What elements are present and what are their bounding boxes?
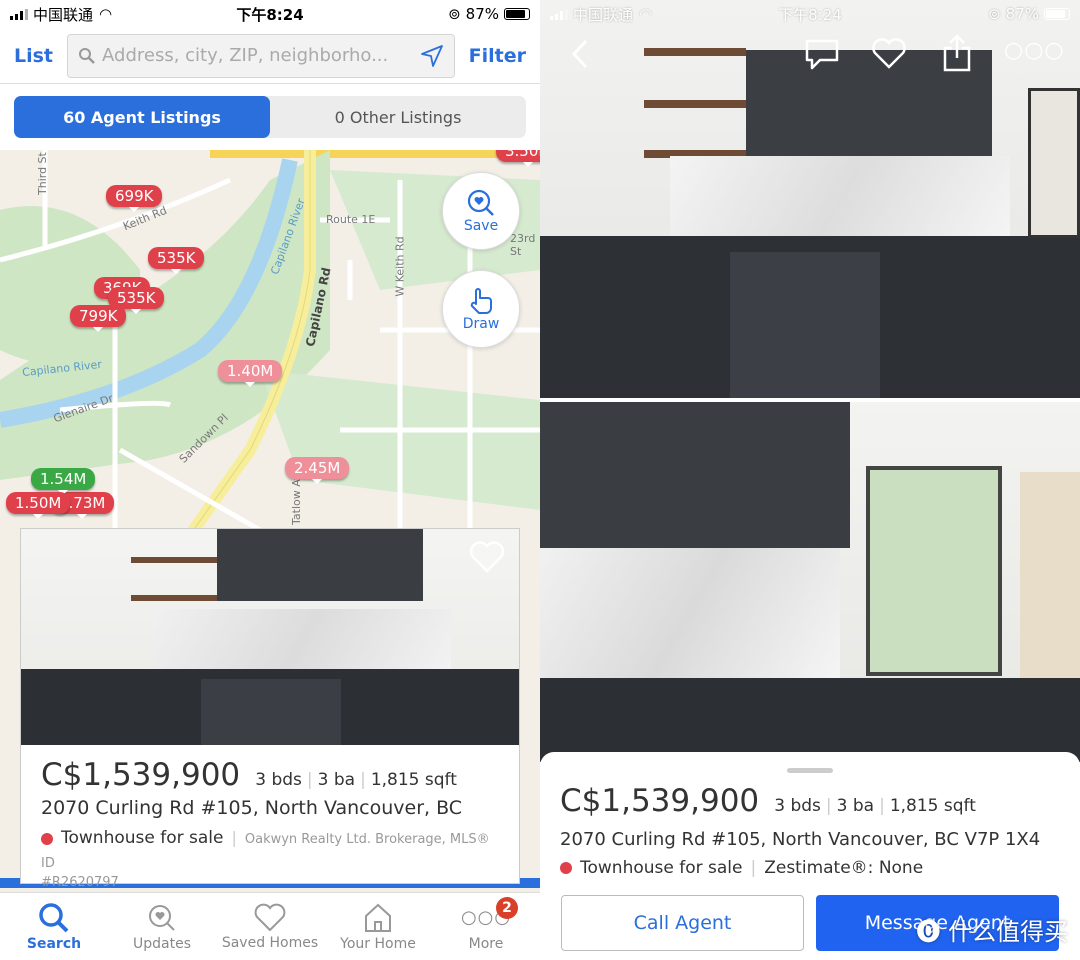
- listing-address: 2070 Curling Rd #105, North Vancouver, B…: [560, 829, 1041, 850]
- mls-id: #R2620797: [41, 875, 119, 890]
- listing-card[interactable]: C$1,539,900 3 bds | 3 ba | 1,815 sqft 2070 C…: [20, 528, 520, 890]
- tab-label: Search: [26, 935, 82, 952]
- top-bar: List Address, city, ZIP, neighborho... F…: [0, 28, 540, 84]
- wifi-icon: ◠: [639, 5, 653, 23]
- battery-icon: [1044, 8, 1070, 20]
- call-agent-button[interactable]: Call Agent: [561, 895, 804, 951]
- tab-label: Updates: [133, 935, 191, 952]
- save-search-button[interactable]: Save: [442, 172, 520, 250]
- draw-button[interactable]: Draw: [442, 270, 520, 348]
- tab-label: Your Home: [340, 935, 416, 952]
- search-icon: [39, 902, 69, 932]
- battery-percent: 87%: [465, 5, 499, 23]
- hand-pointer-icon: [470, 288, 492, 314]
- more-icon[interactable]: ○○○: [1004, 38, 1065, 63]
- price-pin[interactable]: 1.40M: [218, 360, 283, 387]
- drag-handle[interactable]: [787, 768, 833, 773]
- orientation-lock-icon: ⊚: [988, 5, 1001, 23]
- baths: 3 ba: [836, 796, 875, 816]
- tab-saved-homes[interactable]: Saved Homes: [216, 893, 324, 960]
- street-label: Route 1E: [326, 213, 376, 226]
- tab-label: Saved Homes: [221, 934, 319, 951]
- heart-icon[interactable]: [872, 38, 906, 70]
- signal-icon: [550, 8, 568, 20]
- tab-label: More: [468, 935, 504, 952]
- carrier: 中国联通: [573, 5, 634, 24]
- tab-other-listings[interactable]: 0 Other Listings: [270, 96, 526, 138]
- tab-search[interactable]: Search: [0, 893, 108, 960]
- street-label: 23rd St: [510, 232, 536, 258]
- listing-address: 2070 Curling Rd #105, North Vancouver, B…: [41, 797, 463, 819]
- watermark-logo: ⓿ 什么值得买: [916, 918, 1068, 946]
- baths: 3 ba: [317, 770, 356, 790]
- listing-price: C$1,539,900: [560, 783, 760, 819]
- listing-photo[interactable]: [21, 529, 519, 745]
- search-input[interactable]: Address, city, ZIP, neighborho...: [67, 33, 455, 78]
- street-label: W Keith Rd: [393, 236, 407, 297]
- sqft: 1,815 sqft: [370, 770, 457, 790]
- orientation-lock-icon: ⊚: [448, 5, 461, 23]
- tab-more[interactable]: ○○○ 2 More: [432, 893, 540, 960]
- draw-label: Draw: [462, 316, 500, 332]
- tab-updates[interactable]: Updates: [108, 893, 216, 960]
- listing-status: Townhouse for sale: [61, 828, 224, 848]
- house-icon: [365, 903, 391, 932]
- zestimate-value: None: [878, 858, 924, 878]
- status-bar: 中国联通 ◠ 下午8:24 ⊚ 87%: [0, 0, 540, 28]
- updates-icon: [149, 904, 175, 931]
- beds: 3 bds: [774, 796, 821, 816]
- street-label: Third St: [36, 152, 49, 195]
- price-pin[interactable]: 3.50M: [496, 150, 540, 167]
- heart-search-icon: [467, 189, 494, 216]
- heart-icon: [254, 903, 286, 931]
- price-pin[interactable]: 799K: [70, 305, 127, 332]
- wifi-icon: ◠: [99, 5, 113, 23]
- listing-type-toggle: 60 Agent Listings 0 Other Listings: [14, 96, 526, 138]
- location-arrow-icon[interactable]: [420, 44, 444, 68]
- search-icon: [79, 47, 95, 64]
- filter-button[interactable]: Filter: [455, 45, 540, 67]
- price-pin[interactable]: 699K: [106, 185, 163, 212]
- status-dot: [560, 862, 572, 874]
- price-pin[interactable]: 1.50M: [6, 492, 71, 519]
- listing-price: C$1,539,900: [41, 757, 241, 793]
- bottom-tab-bar: Search Updates Saved Homes Your Home ○○○…: [0, 892, 540, 960]
- status-dot: [41, 832, 53, 845]
- sqft: 1,815 sqft: [889, 796, 976, 816]
- battery-percent: 87%: [1005, 5, 1039, 23]
- listing-photo-2[interactable]: [540, 402, 1080, 762]
- save-label: Save: [463, 218, 499, 234]
- listing-detail-screen: 中国联通 ◠ 下午8:24 ⊚ 87% ○○○ C$1,539,900 3 bds…: [540, 0, 1080, 960]
- price-pin[interactable]: 1.54M: [31, 468, 96, 495]
- map-search-screen: 中国联通 ◠ 下午8:24 ⊚ 87% List Address, city, Z…: [0, 0, 540, 960]
- zestimate-label: Zestimate®:: [764, 858, 874, 878]
- carrier: 中国联通: [33, 5, 94, 24]
- favorite-heart-icon[interactable]: [469, 541, 505, 573]
- chat-icon[interactable]: [804, 38, 840, 72]
- price-pin[interactable]: 535K: [148, 247, 205, 274]
- signal-icon: [10, 8, 28, 20]
- back-icon[interactable]: [568, 38, 592, 70]
- tab-agent-listings[interactable]: 60 Agent Listings: [14, 96, 270, 138]
- share-icon[interactable]: [942, 34, 972, 72]
- price-pin[interactable]: 2.45M: [285, 457, 350, 484]
- listing-status: Townhouse for sale: [580, 858, 743, 878]
- beds: 3 bds: [255, 770, 302, 790]
- search-placeholder: Address, city, ZIP, neighborho...: [102, 45, 389, 66]
- tab-your-home[interactable]: Your Home: [324, 893, 432, 960]
- notification-badge: 2: [496, 897, 518, 919]
- list-button[interactable]: List: [0, 45, 67, 67]
- status-bar: 中国联通 ◠ 下午8:24 ⊚ 87%: [540, 0, 1080, 28]
- battery-icon: [504, 8, 530, 20]
